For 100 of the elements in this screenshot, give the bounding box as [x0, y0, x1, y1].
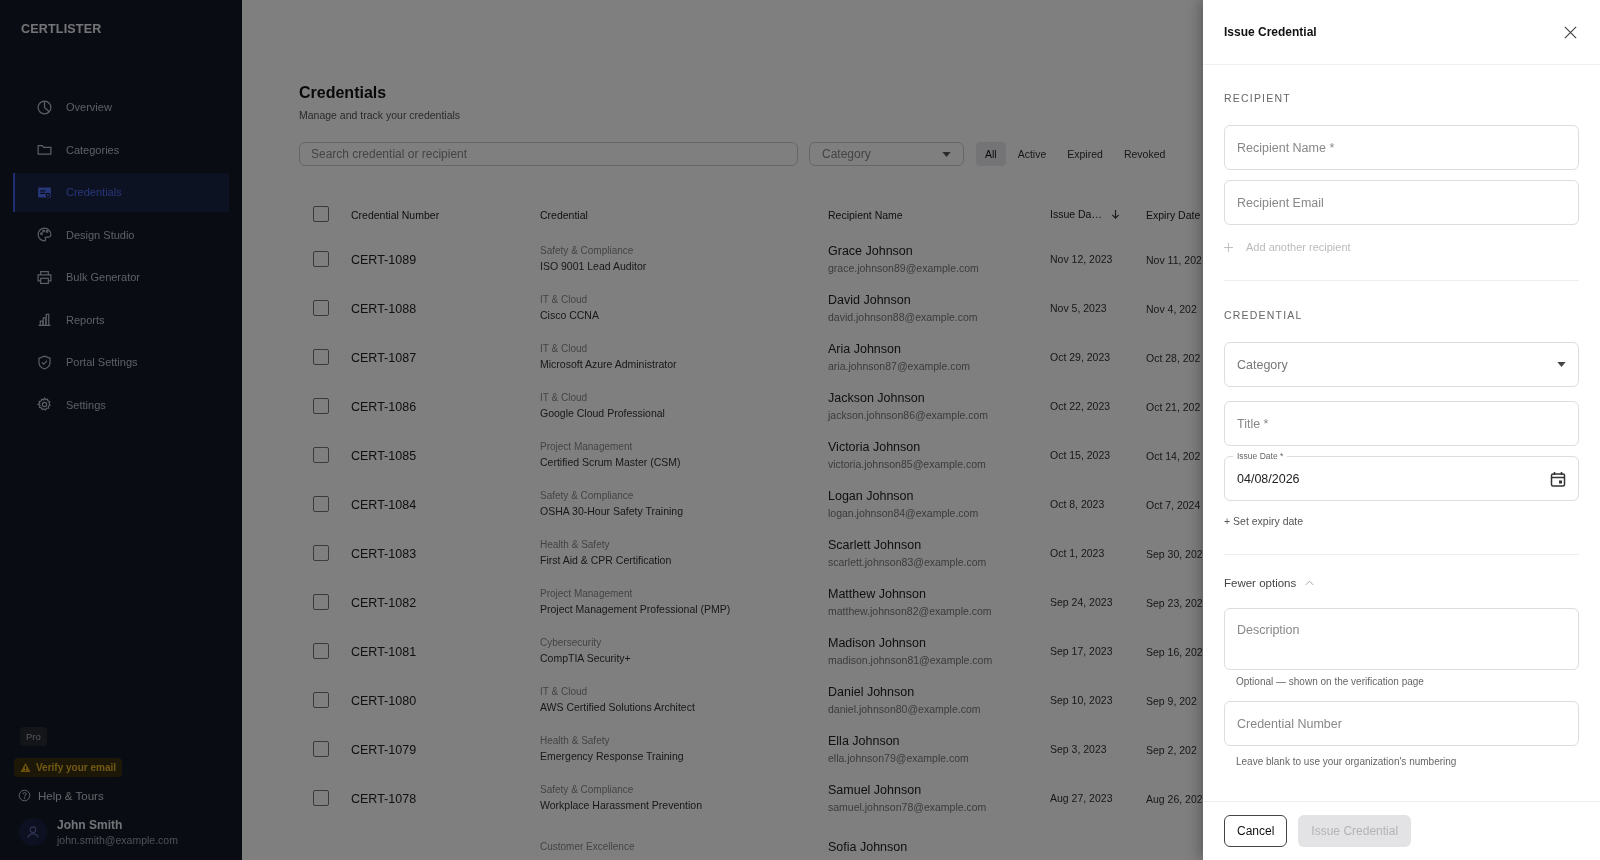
options-toggle[interactable]: Fewer options — [1224, 577, 1315, 589]
recipient-name: Aria Johnson — [828, 341, 902, 356]
status-tab[interactable]: Revoked — [1114, 142, 1175, 166]
credential-title: Microsoft Azure Administrator — [540, 358, 678, 370]
pie-chart-icon — [36, 98, 53, 116]
helper-text: Leave blank to use your organization's numbering — [1235, 756, 1458, 767]
caret-icon — [942, 151, 951, 157]
text-field[interactable]: Recipient Name * — [1224, 125, 1579, 170]
expiry-date: Sep 30, 202 — [1146, 547, 1203, 560]
row-checkbox[interactable] — [313, 397, 329, 414]
recipient-email: logan.johnson84@example.com — [828, 506, 980, 519]
row-checkbox[interactable] — [313, 593, 329, 610]
credential-category: Cybersecurity — [540, 637, 603, 648]
expiry-date: Aug 26, 202 — [1146, 792, 1203, 805]
column-header[interactable]: Issue Da… — [1050, 208, 1102, 220]
bar-chart-icon — [36, 311, 53, 329]
sidebar-item[interactable]: Bulk Generator — [13, 258, 229, 297]
column-header[interactable]: Credential Number — [351, 209, 440, 221]
recipient-email: jackson.johnson86@example.com — [828, 408, 990, 421]
recipient-email: samuel.johnson78@example.com — [828, 800, 988, 813]
expiry-date: Oct 7, 2024 — [1146, 498, 1201, 511]
credential-category: Safety & Compliance — [540, 784, 635, 795]
status-tab[interactable]: All — [976, 142, 1006, 166]
recipient-name: Victoria Johnson — [828, 439, 922, 454]
sidebar-item[interactable]: Design Studio — [13, 215, 229, 254]
row-checkbox[interactable] — [313, 446, 329, 463]
description-field[interactable]: Description — [1224, 608, 1579, 670]
credential-title: Workplace Harassment Prevention — [540, 799, 704, 811]
select-all-checkbox[interactable] — [313, 206, 329, 222]
credential-number: CERT-1083 — [351, 546, 417, 561]
sidebar-item[interactable]: Overview — [13, 88, 229, 127]
issue-date: Oct 1, 2023 — [1050, 546, 1105, 559]
credential-title: First Aid & CPR Certification — [540, 554, 673, 566]
credential-title: Google Cloud Professional — [540, 407, 666, 419]
gear-icon — [36, 396, 53, 414]
issue-date: Sep 17, 2023 — [1050, 644, 1113, 657]
row-checkbox[interactable] — [313, 348, 329, 365]
credential-category: Project Management — [540, 588, 634, 599]
sort-down-icon[interactable] — [1109, 208, 1121, 220]
expiry-date: Oct 28, 202 — [1146, 351, 1201, 364]
issue-date: Oct 29, 2023 — [1050, 350, 1111, 363]
sidebar-item[interactable]: Settings — [13, 385, 229, 424]
recipient-email: victoria.johnson85@example.com — [828, 457, 987, 470]
sidebar-item[interactable]: Reports — [13, 300, 229, 339]
issue-date: Nov 12, 2023 — [1050, 252, 1113, 265]
row-checkbox[interactable] — [313, 250, 329, 267]
recipient-name: David Johnson — [828, 292, 912, 307]
credential-number: CERT-1078 — [351, 791, 417, 806]
row-checkbox[interactable] — [313, 642, 329, 659]
section-heading: RECIPIENT — [1224, 92, 1292, 104]
credential-title: Cisco CCNA — [540, 309, 600, 321]
expiry-date: Sep 2, 202 — [1146, 743, 1197, 756]
credential-category: Health & Safety — [540, 735, 611, 746]
page-subtitle: Manage and track your credentials — [299, 109, 462, 121]
row-checkbox[interactable] — [313, 691, 329, 708]
verify-email-notice[interactable]: Verify your email — [14, 758, 123, 777]
credential-number: CERT-1089 — [351, 252, 417, 267]
calendar-icon[interactable] — [1550, 470, 1566, 487]
credential-category: Safety & Compliance — [540, 490, 635, 501]
cancel-button[interactable]: Cancel — [1224, 815, 1288, 847]
select-field[interactable]: Category — [1224, 342, 1579, 387]
row-checkbox[interactable] — [313, 740, 329, 757]
column-header[interactable]: Credential — [540, 209, 588, 221]
credential-number: CERT-1087 — [351, 350, 417, 365]
credential-number: CERT-1084 — [351, 497, 417, 512]
recipient-email: daniel.johnson80@example.com — [828, 702, 982, 715]
status-tab[interactable]: Active — [1008, 142, 1056, 166]
category-select[interactable]: Category — [809, 142, 964, 166]
row-checkbox[interactable] — [313, 495, 329, 512]
recipient-email: david.johnson88@example.com — [828, 310, 979, 323]
issue-date: Sep 24, 2023 — [1050, 595, 1113, 608]
set-expiry-link[interactable]: + Set expiry date — [1224, 515, 1579, 527]
plan-badge: Pro — [20, 727, 47, 746]
recipient-name: Scarlett Johnson — [828, 537, 923, 552]
column-header[interactable]: Expiry Date — [1146, 209, 1201, 221]
sidebar-item[interactable]: Portal Settings — [13, 343, 229, 382]
plus-icon — [1224, 242, 1233, 252]
row-checkbox[interactable] — [313, 299, 329, 316]
credential-category: Customer Excellence — [540, 841, 636, 852]
close-icon[interactable] — [1563, 24, 1578, 40]
row-checkbox[interactable] — [313, 789, 329, 806]
user-avatar[interactable] — [19, 818, 47, 846]
credential-category: Safety & Compliance — [540, 245, 635, 256]
text-field[interactable]: Credential Number — [1224, 701, 1579, 746]
sidebar-item[interactable]: Categories — [13, 130, 229, 169]
status-tab[interactable]: Expired — [1058, 142, 1112, 166]
column-header[interactable]: Recipient Name — [828, 209, 903, 221]
chevron-icon — [1305, 580, 1315, 586]
help-link[interactable]: Help & Tours — [14, 789, 104, 802]
palette-icon — [36, 226, 53, 244]
text-field[interactable]: Recipient Email — [1224, 180, 1579, 225]
recipient-email: scarlett.johnson83@example.com — [828, 555, 988, 568]
credential-number: CERT-1082 — [351, 595, 417, 610]
row-checkbox[interactable] — [313, 544, 329, 561]
recipient-name: Ella Johnson — [828, 733, 901, 748]
recipient-name: Sofia Johnson — [828, 839, 909, 854]
credential-number: CERT-1080 — [351, 693, 417, 708]
text-field[interactable]: Title * — [1224, 401, 1579, 446]
credential-title: CompTIA Security+ — [540, 652, 632, 664]
credential-number: CERT-1086 — [351, 399, 417, 414]
